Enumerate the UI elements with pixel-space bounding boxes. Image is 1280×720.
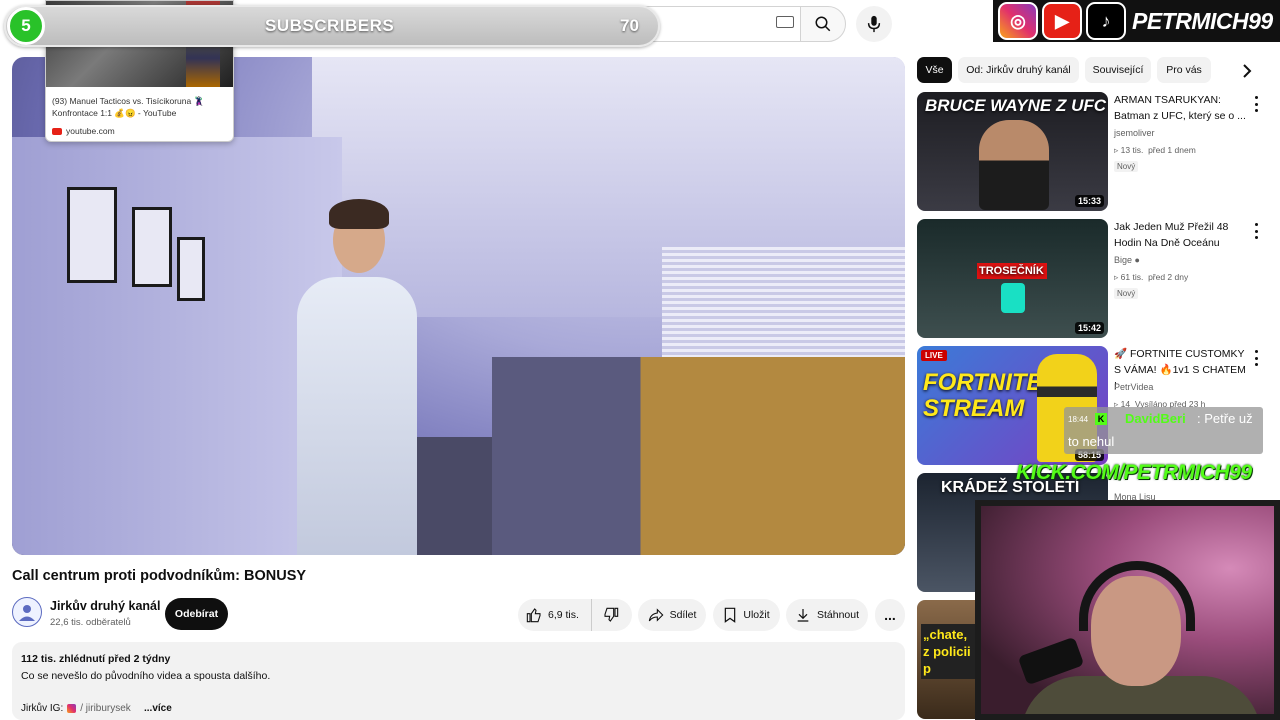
keyboard-icon[interactable] bbox=[776, 16, 794, 28]
subscriber-count-badge: 5 bbox=[7, 7, 45, 45]
bookmark-icon bbox=[725, 607, 736, 623]
download-label: Stáhnout bbox=[816, 609, 860, 621]
rec-title[interactable]: Jak Jeden Muž Přežil 48 Hodin Na Dně Oce… bbox=[1114, 219, 1248, 251]
save-label: Uložit bbox=[743, 609, 770, 621]
rec-thumbnail-text: FORTNITE STREAM bbox=[923, 369, 1043, 422]
rec-new-badge: Nový bbox=[1114, 161, 1139, 172]
rec-thumbnail-figure bbox=[979, 120, 1049, 210]
dislike-button[interactable] bbox=[592, 599, 630, 631]
rec-channel[interactable]: PetrVidea bbox=[1114, 382, 1153, 392]
verified-icon: ● bbox=[1134, 255, 1140, 265]
channel-subscriber-count: 22,6 tis. odběratelů bbox=[50, 617, 131, 628]
chip-for-you[interactable]: Pro vás bbox=[1157, 57, 1211, 83]
video-title: Call centrum proti podvodníkům: BONUSY bbox=[12, 568, 307, 584]
popup-domain-text: youtube.com bbox=[66, 126, 115, 136]
chat-message-continued: to nehul bbox=[1068, 434, 1115, 449]
rec-meta: ▹ 13 tis. před 1 dnem bbox=[1114, 145, 1196, 155]
like-button[interactable]: 6,9 tis. bbox=[518, 599, 592, 631]
description-more-link[interactable]: ...více bbox=[144, 703, 172, 714]
channel-name[interactable]: Jirkův druhý kanál bbox=[50, 599, 160, 613]
description-ig-prefix: Jirkův IG: bbox=[21, 703, 64, 714]
rec-thumbnail[interactable]: BRUCE WAYNE Z UFC 15:33 bbox=[917, 92, 1108, 211]
share-label: Sdílet bbox=[669, 609, 697, 621]
rec-age: před 1 dnem bbox=[1148, 145, 1196, 155]
social-handle: PETRMICH99 bbox=[1132, 7, 1273, 34]
rec-channel[interactable]: jsemoliver bbox=[1114, 128, 1155, 138]
social-banner: ◎ ▶ ♪ PETRMICH99 bbox=[993, 0, 1280, 42]
like-dislike-group: 6,9 tis. bbox=[518, 599, 632, 631]
rec-thumbnail-text: BRUCE WAYNE Z UFC bbox=[925, 96, 1107, 115]
chat-timestamp: 18:44 bbox=[1068, 415, 1089, 424]
thumbs-down-icon bbox=[604, 607, 619, 622]
avatar-icon bbox=[19, 605, 35, 621]
share-button[interactable]: Sdílet bbox=[638, 599, 706, 631]
scene-person bbox=[277, 199, 437, 555]
subscriber-goal: 70 bbox=[620, 16, 639, 35]
rec-thumbnail-caption-box: „chate, z policii p bbox=[921, 624, 979, 679]
rec-new-badge: Nový bbox=[1114, 288, 1139, 299]
chip-all[interactable]: Vše bbox=[917, 57, 952, 83]
rec-live-badge: LIVE bbox=[921, 350, 947, 361]
scene-frame bbox=[67, 187, 117, 283]
like-count: 6,9 tis. bbox=[548, 609, 579, 621]
search-button[interactable] bbox=[800, 6, 846, 42]
rec-meta: ▹ 61 tis. před 2 dny bbox=[1114, 272, 1189, 282]
thumbs-up-icon bbox=[526, 608, 541, 623]
chip-from-channel[interactable]: Od: Jirkův druhý kanál bbox=[958, 57, 1079, 83]
voice-search-button[interactable] bbox=[856, 6, 892, 42]
instagram-icon bbox=[67, 704, 77, 713]
rec-views: 61 tis. bbox=[1120, 272, 1144, 282]
download-icon bbox=[797, 609, 809, 622]
rec-menu-button[interactable] bbox=[1252, 96, 1260, 112]
rec-channel[interactable]: Bige ● bbox=[1114, 255, 1140, 265]
subscribe-button[interactable]: Odebírat bbox=[165, 598, 228, 630]
chip-related[interactable]: Související bbox=[1085, 57, 1151, 83]
rec-thumbnail-text: TROSEČNÍK bbox=[979, 265, 1044, 277]
kick-icon: K bbox=[1095, 413, 1107, 425]
rec-views: 13 tis. bbox=[1120, 145, 1144, 155]
scene-desk bbox=[492, 357, 905, 555]
download-button[interactable]: Stáhnout bbox=[786, 599, 868, 631]
tiktok-icon: ♪ bbox=[1086, 2, 1126, 40]
scene-frame bbox=[132, 207, 172, 287]
share-icon bbox=[648, 608, 663, 622]
search-icon bbox=[815, 16, 831, 32]
rec-menu-button[interactable] bbox=[1252, 223, 1260, 239]
youtube-icon bbox=[52, 127, 62, 135]
scene-frame bbox=[177, 237, 205, 301]
chips-next-button[interactable] bbox=[1236, 60, 1258, 82]
rec-thumbnail[interactable]: TROSEČNÍK 15:42 bbox=[917, 219, 1108, 338]
rec-menu-button[interactable] bbox=[1252, 350, 1260, 366]
channel-avatar[interactable] bbox=[12, 597, 42, 627]
rec-duration: 15:42 bbox=[1074, 322, 1104, 334]
popup-domain: youtube.com bbox=[52, 126, 115, 136]
instagram-icon: ◎ bbox=[998, 2, 1038, 40]
rec-thumbnail-text: „chate, z policii p bbox=[923, 627, 971, 676]
more-actions-button[interactable]: ... bbox=[875, 599, 905, 631]
chat-username: DavidBeri bbox=[1125, 411, 1186, 426]
rec-thumbnail-figure bbox=[1001, 283, 1025, 313]
description-stats: 112 tis. zhlédnutí před 2 týdny bbox=[21, 653, 171, 665]
rec-channel-text: Bige bbox=[1114, 255, 1133, 265]
webcam-overlay bbox=[975, 500, 1280, 720]
chat-message: : Petře už bbox=[1197, 411, 1253, 426]
description-instagram-line: Jirkův IG: / jiriburysek bbox=[21, 703, 131, 714]
save-button[interactable]: Uložit bbox=[713, 599, 780, 631]
rec-title[interactable]: ARMAN TSARUKYAN: Batman z UFC, který se … bbox=[1114, 92, 1248, 124]
subscriber-label: SUBSCRIBERS bbox=[265, 16, 395, 35]
microphone-icon bbox=[867, 15, 881, 33]
popup-title: (93) Manuel Tacticos vs. Tisícikoruna 🦹 … bbox=[52, 96, 205, 118]
kick-url-banner: KICK.COM/PETRMICH99 bbox=[1016, 461, 1252, 484]
rec-age: před 2 dny bbox=[1148, 272, 1189, 282]
description-ig-link[interactable]: / jiriburysek bbox=[80, 703, 131, 714]
chevron-right-icon bbox=[1243, 64, 1252, 78]
rec-duration: 15:33 bbox=[1074, 195, 1104, 207]
youtube-icon: ▶ bbox=[1042, 2, 1082, 40]
description-text: Co se nevešlo do původního videa a spous… bbox=[21, 670, 271, 682]
